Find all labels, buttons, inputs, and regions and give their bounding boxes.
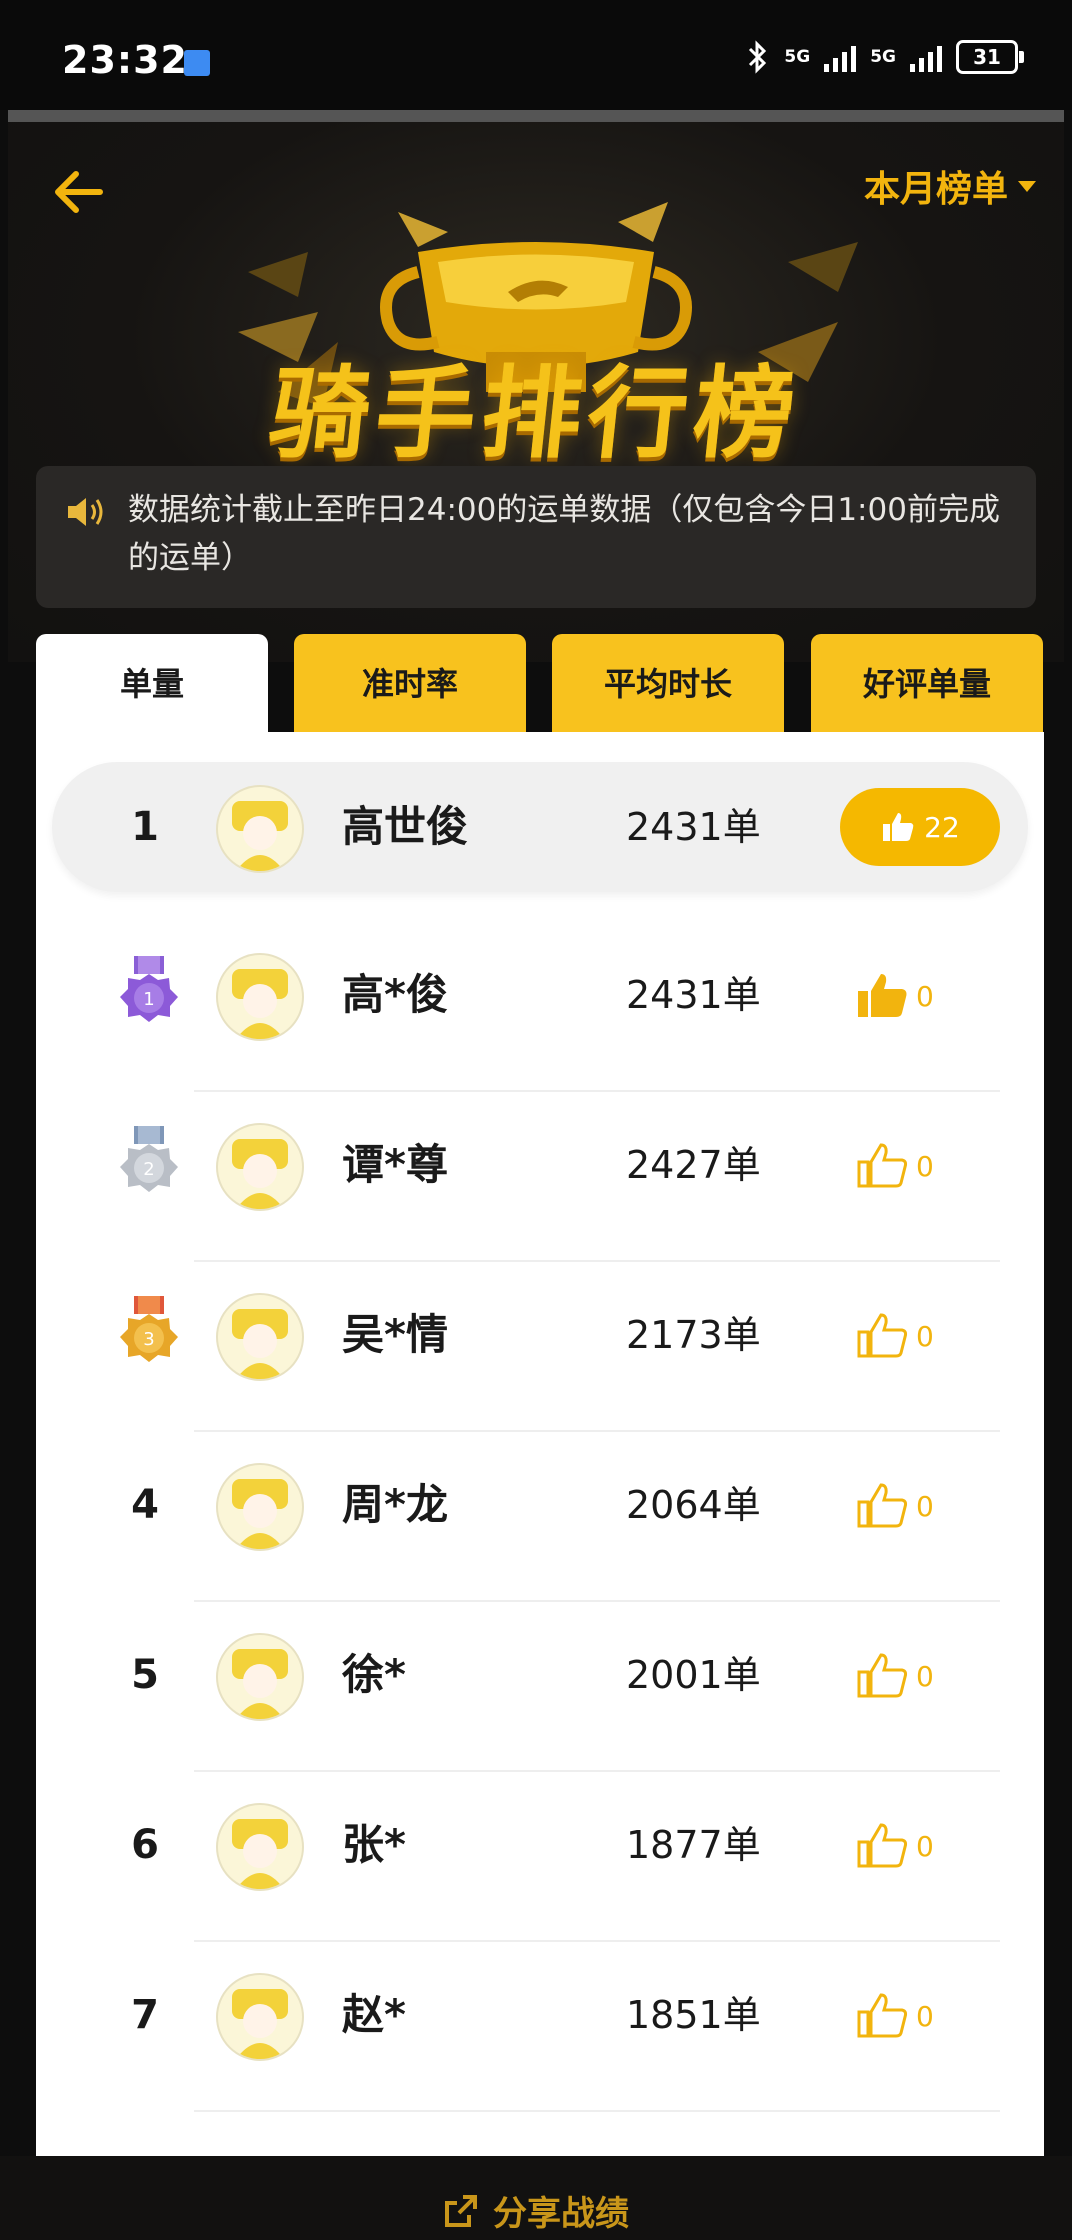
like-count: 0 <box>916 1999 934 2033</box>
ranking-list: 1 高世俊 2431单 22 1 高*俊 2431单 0 2 谭*尊 2427单… <box>36 732 1044 2222</box>
order-count: 2064单 <box>626 1483 761 1527</box>
list-item: 5 徐* 2001单 0 <box>36 1590 1044 1760</box>
like-count: 0 <box>916 1659 934 1693</box>
status-time: 23:32 <box>62 38 188 82</box>
order-count: 1877单 <box>626 1823 761 1867</box>
list-item: 3 吴*情 2173单 0 <box>36 1250 1044 1420</box>
rank-3-medal-icon: 3 <box>120 1296 178 1362</box>
like-button[interactable]: 0 <box>856 1482 934 1530</box>
my-rank-row: 1 高世俊 2431单 22 <box>36 732 1044 902</box>
chevron-down-icon <box>1018 180 1036 192</box>
metric-tabs: 单量 准时率 平均时长 好评单量 <box>36 634 1044 734</box>
avatar <box>216 1123 304 1211</box>
like-button[interactable]: 0 <box>856 1312 934 1360</box>
avatar <box>216 785 304 873</box>
like-button[interactable]: 0 <box>856 1822 934 1870</box>
my-rank-orders: 2431单 <box>626 805 761 849</box>
avatar <box>216 953 304 1041</box>
rider-name: 赵* <box>342 1990 406 2039</box>
row-divider <box>194 2110 1000 2112</box>
rider-name: 谭*尊 <box>342 1140 448 1189</box>
my-like-count: 22 <box>924 810 960 844</box>
like-count: 0 <box>916 1829 934 1863</box>
like-count: 0 <box>916 1149 934 1183</box>
thumbs-up-outline-icon <box>857 1653 908 1698</box>
list-item: 4 周*龙 2064单 0 <box>36 1420 1044 1590</box>
my-rank-name: 高世俊 <box>342 802 469 851</box>
rider-name: 周*龙 <box>342 1480 448 1529</box>
bluetooth-icon <box>749 40 767 74</box>
thumbs-up-outline-icon <box>857 1483 908 1528</box>
like-button[interactable]: 0 <box>856 972 934 1020</box>
rider-name: 张* <box>342 1820 406 1869</box>
like-button[interactable]: 0 <box>856 1652 934 1700</box>
order-count: 2427单 <box>626 1143 761 1187</box>
svg-text:3: 3 <box>143 1329 154 1350</box>
rider-name: 徐* <box>342 1650 406 1699</box>
like-count: 0 <box>916 1489 934 1523</box>
notice-banner: 数据统计截止至昨日24:00的运单数据（仅包含今日1:00前完成的运单） <box>36 466 1036 608</box>
svg-text:1: 1 <box>143 989 154 1010</box>
battery-icon: 31 <box>956 40 1024 74</box>
thumbs-up-outline-icon <box>857 1823 908 1868</box>
list-item: 1 高*俊 2431单 0 <box>36 910 1044 1080</box>
thumbs-up-filled-icon <box>858 974 907 1017</box>
rider-name: 吴*情 <box>342 1310 448 1359</box>
like-button[interactable]: 0 <box>856 1142 934 1190</box>
avatar <box>216 1973 304 2061</box>
back-button[interactable] <box>48 162 118 222</box>
bottom-bar: 分享战绩 <box>0 2156 1072 2240</box>
like-button[interactable]: 0 <box>856 1992 934 2040</box>
like-count: 0 <box>916 1319 934 1353</box>
share-icon <box>445 2194 477 2227</box>
signal-icon <box>824 42 857 72</box>
status-bar: 23:32 5G 5G 31 <box>0 0 1072 110</box>
order-count: 1851单 <box>626 1993 761 2037</box>
rank-number: 7 <box>131 1992 159 2038</box>
tab-average-duration[interactable]: 平均时长 <box>552 634 784 734</box>
avatar <box>216 1803 304 1891</box>
arrow-left-icon <box>55 171 103 213</box>
page-title: 骑手排行榜 <box>263 355 807 472</box>
notice-text: 数据统计截止至昨日24:00的运单数据（仅包含今日1:00前完成的运单） <box>128 492 1000 576</box>
network-label-1: 5G <box>784 46 811 67</box>
rider-name: 高*俊 <box>342 970 448 1019</box>
order-count: 2001单 <box>626 1653 761 1697</box>
rank-1-medal-icon: 1 <box>120 956 178 1022</box>
thumbs-up-icon <box>883 813 914 841</box>
app-notification-icon <box>184 50 210 76</box>
like-count: 0 <box>916 979 934 1013</box>
speaker-icon <box>68 498 103 526</box>
rank-number: 4 <box>131 1482 159 1528</box>
signal-icon-2 <box>910 42 942 72</box>
tab-on-time-rate[interactable]: 准时率 <box>294 634 526 734</box>
svg-text:2: 2 <box>143 1159 154 1180</box>
order-count: 2431单 <box>626 973 761 1017</box>
share-button[interactable]: 分享战绩 <box>0 2186 1072 2235</box>
status-indicators: 5G 5G 31 <box>744 40 1024 74</box>
top-divider <box>8 110 1064 122</box>
my-like-button[interactable]: 22 <box>840 788 1000 866</box>
network-label-2: 5G <box>870 46 896 67</box>
avatar <box>216 1463 304 1551</box>
list-item: 7 赵* 1851单 0 <box>36 1930 1044 2100</box>
tab-orders[interactable]: 单量 <box>36 634 268 734</box>
thumbs-up-outline-icon <box>857 1313 908 1358</box>
rank-number: 6 <box>131 1822 159 1868</box>
my-rank-number: 1 <box>131 804 159 850</box>
share-label: 分享战绩 <box>493 2194 629 2234</box>
tab-positive-reviews[interactable]: 好评单量 <box>811 634 1043 734</box>
thumbs-up-outline-icon <box>857 1143 908 1188</box>
thumbs-up-outline-icon <box>857 1993 908 2038</box>
list-item: 2 谭*尊 2427单 0 <box>36 1080 1044 1250</box>
rank-2-medal-icon: 2 <box>120 1126 178 1192</box>
avatar <box>216 1293 304 1381</box>
ranking-header: 本月榜单 骑手排行榜 数据统计截止至昨日24:00的运单数据（仅包含今日1:00… <box>8 122 1064 662</box>
avatar <box>216 1633 304 1721</box>
rank-number: 5 <box>131 1652 159 1698</box>
order-count: 2173单 <box>626 1313 761 1357</box>
list-item: 6 张* 1877单 0 <box>36 1760 1044 1930</box>
